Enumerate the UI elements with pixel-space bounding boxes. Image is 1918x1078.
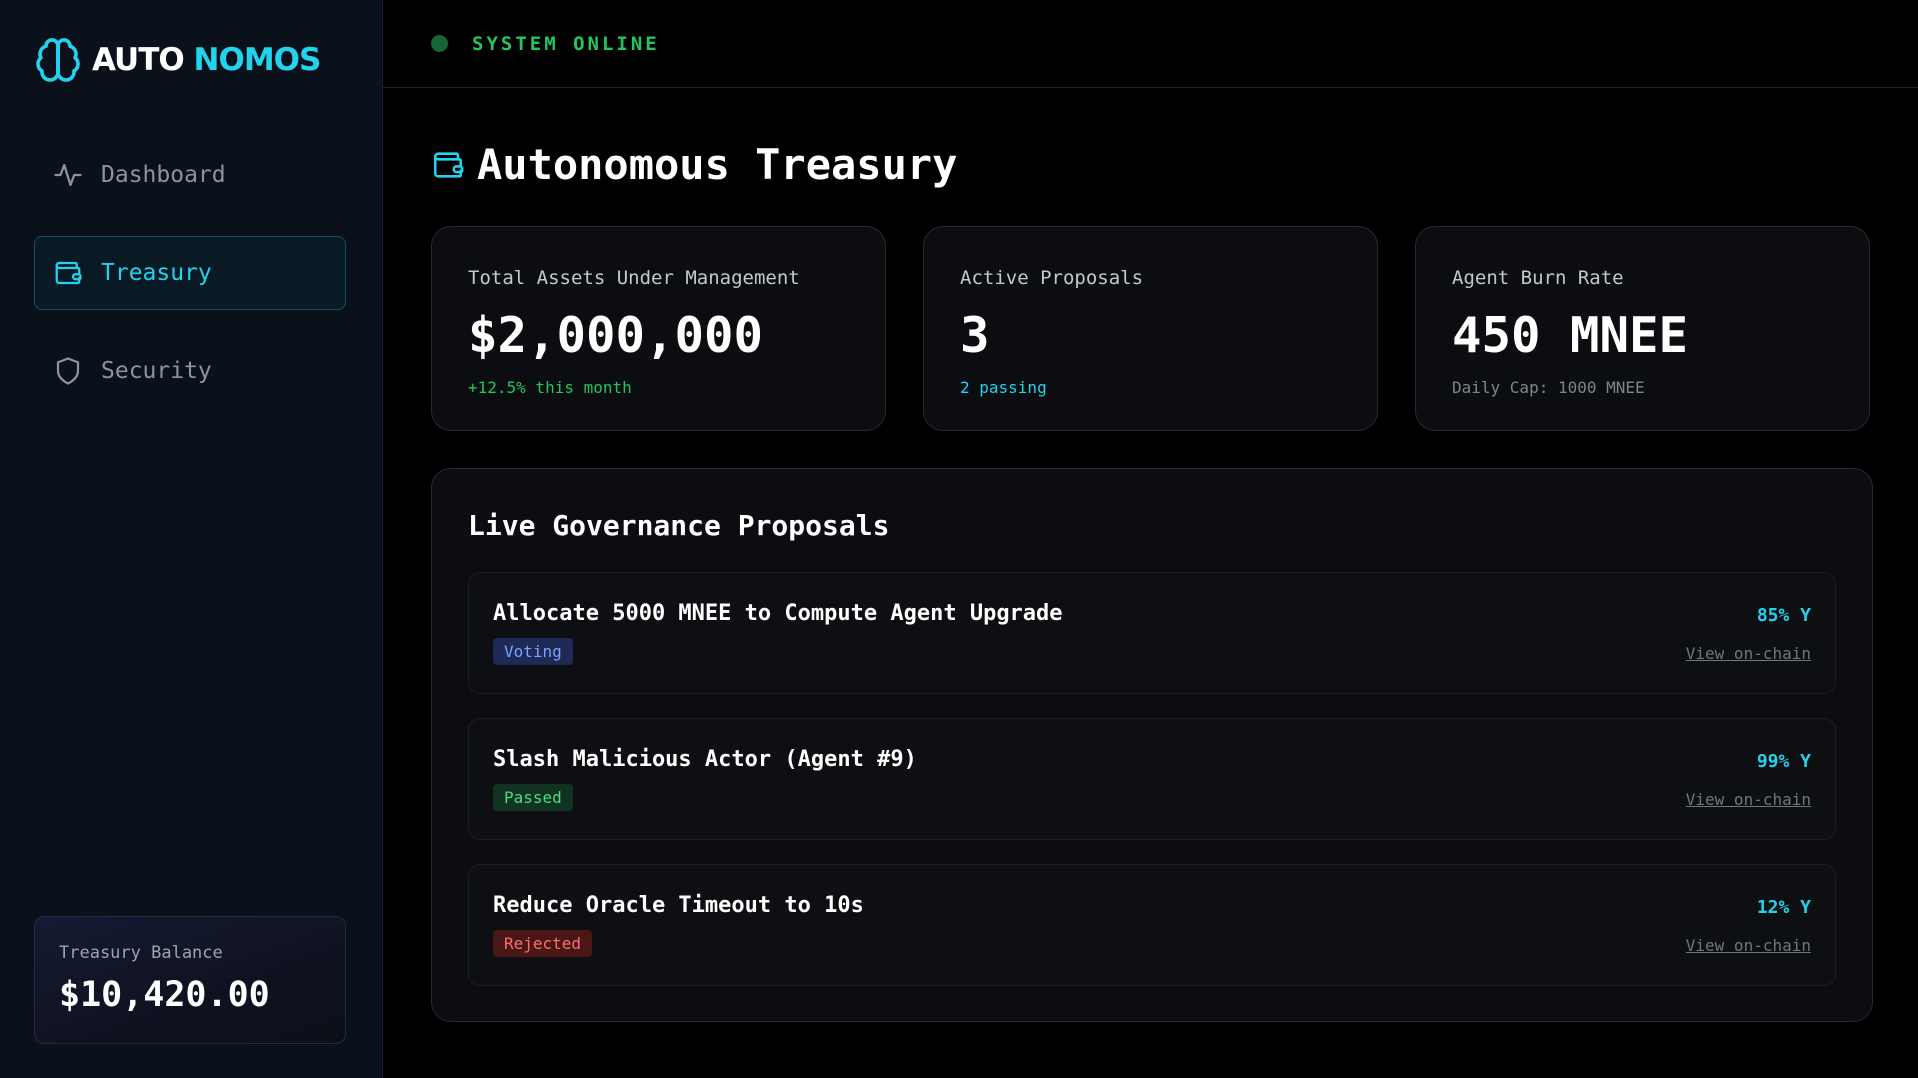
shield-icon xyxy=(56,357,80,385)
proposal-yes-percent: 12% Y xyxy=(1756,897,1811,918)
sidebar-item-security[interactable]: Security xyxy=(34,334,346,408)
proposal-info: Allocate 5000 MNEE to Compute Agent Upgr… xyxy=(493,601,1063,665)
stat-card-active-proposals: Active Proposals 3 2 passing xyxy=(923,226,1378,431)
stat-value: 3 xyxy=(960,307,990,364)
stat-subtext: Daily Cap: 1000 MNEE xyxy=(1452,378,1645,397)
stat-card-aum: Total Assets Under Management $2,000,000… xyxy=(431,226,886,431)
status-badge: Voting xyxy=(493,638,573,665)
main-content: SYSTEM ONLINE Autonomous Treasury Total … xyxy=(383,0,1918,1078)
status-badge: Passed xyxy=(493,784,573,811)
stat-subtext: +12.5% this month xyxy=(468,378,632,397)
sidebar-item-label: Dashboard xyxy=(101,162,226,188)
sidebar-item-treasury[interactable]: Treasury xyxy=(34,236,346,310)
proposal-title: Slash Malicious Actor (Agent #9) xyxy=(493,747,917,772)
proposal-info: Reduce Oracle Timeout to 10s Rejected xyxy=(493,893,864,957)
treasury-balance-card: Treasury Balance $10,420.00 xyxy=(34,916,346,1044)
wallet-icon xyxy=(433,151,464,178)
app-root: AUTO NOMOS Dashboard Treasury Security T… xyxy=(0,0,1918,1078)
proposal-yes-percent: 99% Y xyxy=(1756,751,1811,772)
wallet-icon xyxy=(55,261,82,285)
status-badge: Rejected xyxy=(493,930,593,957)
view-on-chain-link[interactable]: View on-chain xyxy=(1686,936,1811,955)
proposal-row[interactable]: Reduce Oracle Timeout to 10s Rejected 12… xyxy=(468,864,1836,986)
stat-value: $2,000,000 xyxy=(468,307,764,364)
stats-row: Total Assets Under Management $2,000,000… xyxy=(431,226,1870,431)
status-dot-icon xyxy=(431,35,448,52)
page-title-text: Autonomous Treasury xyxy=(477,140,958,189)
sidebar-item-dashboard[interactable]: Dashboard xyxy=(34,138,346,212)
logo-text-part2: NOMOS xyxy=(193,42,322,78)
treasury-balance-label: Treasury Balance xyxy=(59,943,223,963)
treasury-balance-value: $10,420.00 xyxy=(59,975,270,1015)
proposal-info: Slash Malicious Actor (Agent #9) Passed xyxy=(493,747,917,811)
proposal-row[interactable]: Allocate 5000 MNEE to Compute Agent Upgr… xyxy=(468,572,1836,694)
proposal-meta: 99% Y View on-chain xyxy=(1686,747,1811,811)
stat-subtext: 2 passing xyxy=(960,378,1047,397)
sidebar-nav: Dashboard Treasury Security xyxy=(34,138,346,432)
governance-title: Live Governance Proposals xyxy=(468,509,890,542)
stat-label: Agent Burn Rate xyxy=(1452,267,1624,289)
sidebar: AUTO NOMOS Dashboard Treasury Security T… xyxy=(0,0,383,1078)
proposal-title: Allocate 5000 MNEE to Compute Agent Upgr… xyxy=(493,601,1063,626)
logo[interactable]: AUTO NOMOS xyxy=(34,36,322,84)
proposal-yes-percent: 85% Y xyxy=(1756,605,1811,626)
sidebar-item-label: Treasury xyxy=(101,260,212,286)
logo-text: AUTO NOMOS xyxy=(92,42,322,78)
proposal-meta: 85% Y View on-chain xyxy=(1686,601,1811,665)
logo-text-part1: AUTO xyxy=(92,42,185,78)
system-status: SYSTEM ONLINE xyxy=(472,32,660,55)
proposal-title: Reduce Oracle Timeout to 10s xyxy=(493,893,864,918)
view-on-chain-link[interactable]: View on-chain xyxy=(1686,790,1811,809)
proposal-row[interactable]: Slash Malicious Actor (Agent #9) Passed … xyxy=(468,718,1836,840)
proposal-meta: 12% Y View on-chain xyxy=(1686,893,1811,957)
governance-panel: Live Governance Proposals Allocate 5000 … xyxy=(431,468,1873,1022)
stat-value: 450 MNEE xyxy=(1452,307,1689,364)
stat-card-burn-rate: Agent Burn Rate 450 MNEE Daily Cap: 1000… xyxy=(1415,226,1870,431)
page-title: Autonomous Treasury xyxy=(431,140,957,189)
proposal-list: Allocate 5000 MNEE to Compute Agent Upgr… xyxy=(468,572,1836,986)
sidebar-item-label: Security xyxy=(101,358,212,384)
brain-icon xyxy=(36,38,80,82)
topbar: SYSTEM ONLINE xyxy=(383,0,1918,88)
activity-icon xyxy=(54,163,82,187)
view-on-chain-link[interactable]: View on-chain xyxy=(1686,644,1811,663)
stat-label: Active Proposals xyxy=(960,267,1144,289)
stat-label: Total Assets Under Management xyxy=(468,267,800,289)
